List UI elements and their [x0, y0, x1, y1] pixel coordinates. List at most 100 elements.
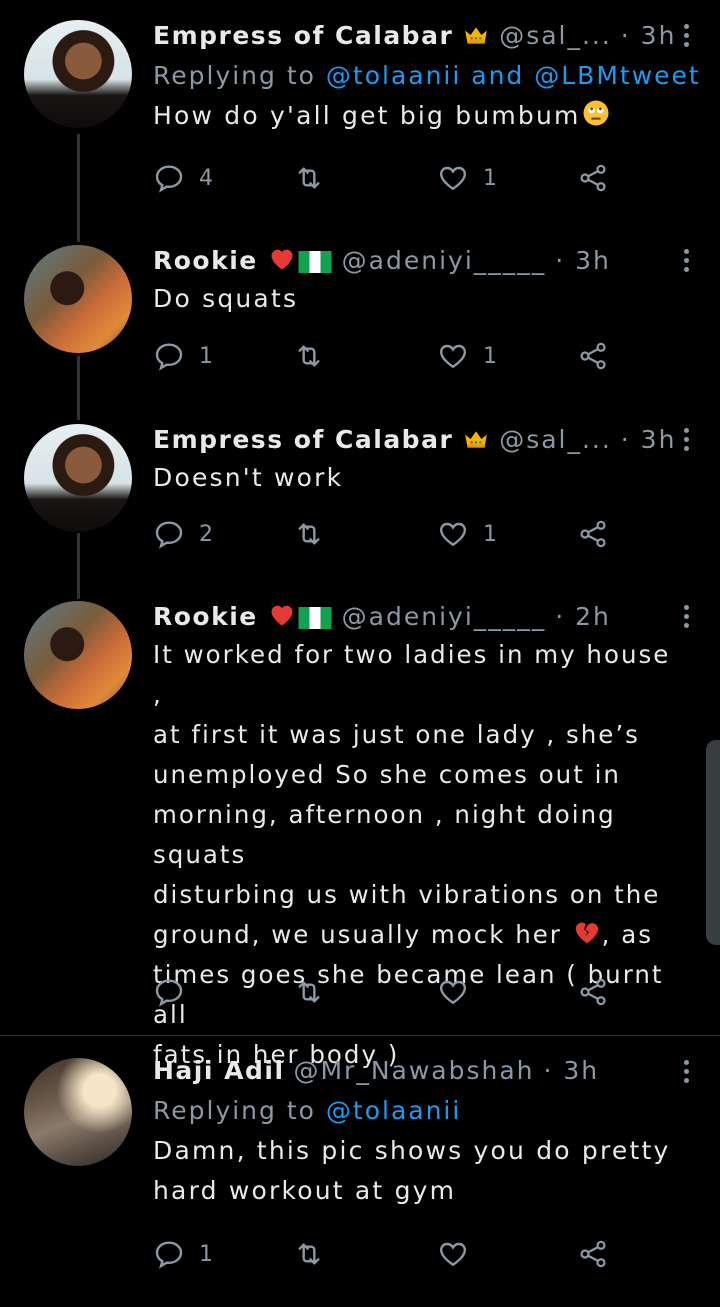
timestamp[interactable]: · 3h — [543, 1056, 599, 1085]
share-icon — [577, 1238, 609, 1270]
retweet-icon — [293, 976, 325, 1008]
timestamp[interactable]: · 2h — [555, 602, 611, 631]
text-line: hard workout at gym — [153, 1176, 457, 1205]
retweet-button[interactable] — [293, 162, 339, 194]
more-icon[interactable] — [682, 605, 690, 632]
nigeria-flag-emoji — [297, 251, 333, 273]
thread-line — [77, 356, 80, 420]
like-count: 1 — [483, 343, 497, 369]
share-button[interactable] — [577, 1238, 609, 1270]
like-count: 1 — [483, 521, 497, 547]
like-icon — [437, 1238, 469, 1270]
like-button[interactable]: 1 — [437, 162, 497, 194]
reply-count: 4 — [199, 165, 213, 191]
share-icon — [577, 518, 609, 550]
like-icon — [437, 162, 469, 194]
timestamp[interactable]: · 3h — [621, 425, 677, 454]
like-button[interactable] — [437, 1238, 483, 1270]
retweet-button[interactable] — [293, 518, 339, 550]
reply-count: 1 — [199, 343, 213, 369]
avatar[interactable] — [24, 601, 132, 709]
divider — [0, 1035, 720, 1036]
reply-button[interactable]: 1 — [153, 1238, 213, 1270]
handle[interactable]: @sal_... — [499, 425, 612, 454]
share-icon — [577, 162, 609, 194]
tweet-text: Damn, this pic shows you do pretty hard … — [153, 1131, 680, 1211]
avatar[interactable] — [24, 20, 132, 128]
more-icon[interactable] — [682, 428, 690, 455]
handle[interactable]: @adeniyi_____ — [342, 602, 547, 631]
handle[interactable]: @Mr_Nawabshah — [293, 1056, 534, 1085]
scrollbar-thumb[interactable] — [706, 740, 720, 945]
thread-line — [77, 134, 80, 242]
display-name[interactable]: Rookie — [153, 602, 258, 631]
mention-link[interactable]: @tolaanii — [326, 1096, 461, 1125]
reply-button[interactable]: 2 — [153, 518, 213, 550]
crown-emoji — [462, 22, 490, 48]
reply-count: 1 — [199, 1241, 213, 1267]
display-name[interactable]: Empress of Calabar — [153, 425, 453, 454]
tweet-text-body: How do y'all get big bumbum — [153, 101, 581, 130]
text-line: It worked for two ladies in my house , — [153, 640, 671, 709]
broken-heart-emoji — [572, 917, 602, 947]
handle[interactable]: @adeniyi_____ — [342, 246, 547, 275]
more-icon[interactable] — [682, 24, 690, 51]
more-icon[interactable] — [682, 1060, 690, 1087]
retweet-button[interactable] — [293, 976, 339, 1008]
tweet-text: How do y'all get big bumbum — [153, 96, 680, 136]
reply-icon — [153, 976, 185, 1008]
more-icon[interactable] — [682, 249, 690, 276]
reply-icon — [153, 340, 185, 372]
red-heart-emoji — [267, 245, 297, 273]
retweet-icon — [293, 162, 325, 194]
timestamp[interactable]: · 3h — [621, 21, 677, 50]
text-line-suffix: , as — [601, 920, 654, 949]
text-line: at first it was just one lady , she’s — [153, 720, 640, 749]
share-button[interactable] — [577, 976, 609, 1008]
replying-to: Replying to @tolaanii — [153, 1091, 680, 1131]
eye-roll-emoji — [581, 98, 611, 128]
tweet-text: Do squats — [153, 284, 299, 313]
display-name[interactable]: Haji Adil — [153, 1056, 285, 1085]
text-line: ground, we usually mock her — [153, 920, 562, 949]
red-heart-emoji — [267, 601, 297, 629]
replying-prefix: Replying to — [153, 61, 316, 90]
retweet-button[interactable] — [293, 1238, 339, 1270]
text-line: disturbing us with vibrations on the — [153, 880, 661, 909]
text-line: Damn, this pic shows you do pretty — [153, 1136, 671, 1165]
display-name[interactable]: Rookie — [153, 246, 258, 275]
avatar[interactable] — [24, 424, 132, 532]
display-name[interactable]: Empress of Calabar — [153, 21, 453, 50]
thread-line — [77, 533, 80, 599]
text-line: unemployed So she comes out in — [153, 760, 621, 789]
nigeria-flag-emoji — [297, 607, 333, 629]
replying-prefix: Replying to — [153, 1096, 316, 1125]
reply-count: 2 — [199, 521, 213, 547]
text-line: morning, afternoon , night doing squats — [153, 800, 616, 869]
reply-button[interactable]: 4 — [153, 162, 213, 194]
like-icon — [437, 976, 469, 1008]
avatar[interactable] — [24, 245, 132, 353]
reply-button[interactable]: 1 — [153, 340, 213, 372]
retweet-icon — [293, 1238, 325, 1270]
share-button[interactable] — [577, 340, 609, 372]
share-button[interactable] — [577, 518, 609, 550]
share-icon — [577, 340, 609, 372]
like-button[interactable]: 1 — [437, 518, 497, 550]
like-button[interactable]: 1 — [437, 340, 497, 372]
avatar[interactable] — [24, 1058, 132, 1166]
mention-link[interactable]: @tolaanii and @LBMtweet — [326, 61, 701, 90]
retweet-icon — [293, 518, 325, 550]
reply-button[interactable] — [153, 976, 199, 1008]
reply-icon — [153, 1238, 185, 1270]
tweet-text: Doesn't work — [153, 463, 344, 492]
retweet-button[interactable] — [293, 340, 339, 372]
like-count: 1 — [483, 165, 497, 191]
handle[interactable]: @sal_... — [499, 21, 612, 50]
replying-to: Replying to @tolaanii and @LBMtweet — [153, 56, 699, 96]
timestamp[interactable]: · 3h — [555, 246, 611, 275]
text-line-with-emoji: ground, we usually mock her , as — [153, 915, 680, 955]
share-button[interactable] — [577, 162, 609, 194]
like-icon — [437, 340, 469, 372]
like-button[interactable] — [437, 976, 483, 1008]
